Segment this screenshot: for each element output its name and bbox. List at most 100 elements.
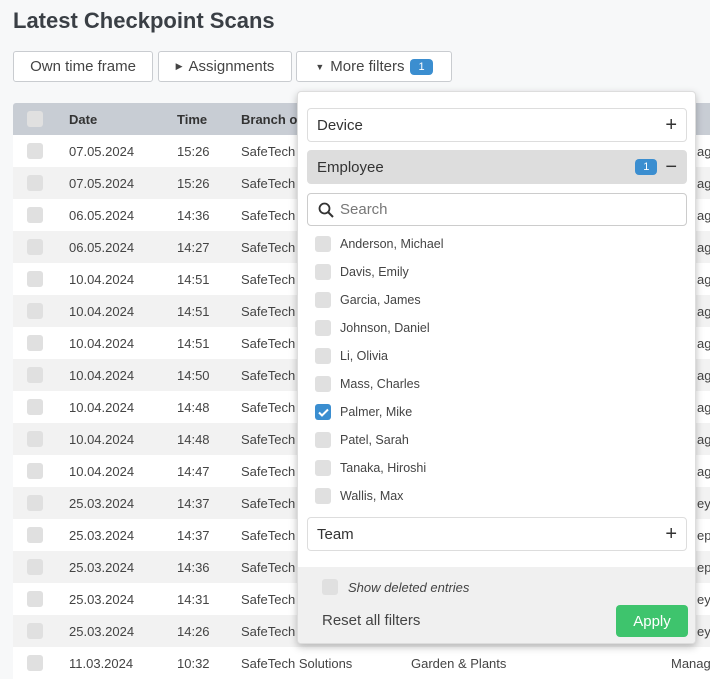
row-checkbox[interactable]	[27, 367, 43, 383]
header-branch[interactable]: Branch of	[241, 112, 302, 127]
employee-option[interactable]: Palmer, Mike	[315, 404, 412, 420]
employee-checkbox[interactable]	[315, 488, 331, 504]
cell-date: 25.03.2024	[69, 527, 135, 543]
employee-option[interactable]: Wallis, Max	[315, 488, 403, 504]
row-checkbox[interactable]	[27, 175, 43, 191]
cell-branch: SafeTech	[241, 175, 296, 191]
employee-checkbox[interactable]	[315, 236, 331, 252]
employee-name: Wallis, Max	[340, 489, 404, 503]
apply-button[interactable]: Apply	[616, 605, 688, 637]
row-checkbox[interactable]	[27, 207, 43, 223]
employee-option[interactable]: Davis, Emily	[315, 264, 409, 280]
team-section[interactable]: Team +	[307, 517, 687, 551]
cell-branch: SafeTech	[241, 303, 296, 319]
cell-branch: SafeTech	[241, 143, 296, 159]
more-filters-button[interactable]: ▼ More filters 1	[296, 51, 452, 82]
cell-time: 15:26	[177, 175, 210, 191]
cell-branch: SafeTech	[241, 559, 296, 575]
employee-name: Palmer, Mike	[340, 405, 413, 419]
cell-branch: SafeTech	[241, 463, 296, 479]
cell-date: 10.04.2024	[69, 271, 135, 287]
cell-time: 14:37	[177, 527, 210, 543]
employee-section[interactable]: Employee 1−	[307, 150, 687, 184]
show-deleted-toggle[interactable]: Show deleted entries	[322, 579, 469, 595]
row-checkbox[interactable]	[27, 463, 43, 479]
row-checkbox[interactable]	[27, 239, 43, 255]
plus-icon: +	[665, 113, 677, 136]
row-checkbox[interactable]	[27, 143, 43, 159]
cell-date: 10.04.2024	[69, 431, 135, 447]
own-time-frame-button[interactable]: Own time frame	[13, 51, 153, 82]
employee-name: Patel, Sarah	[340, 433, 409, 447]
header-time[interactable]: Time	[177, 112, 207, 127]
employee-option[interactable]: Li, Olivia	[315, 348, 388, 364]
cell-partial: ag	[697, 399, 710, 415]
cell-branch: SafeTech	[241, 271, 296, 287]
employee-checkbox[interactable]	[315, 348, 331, 364]
cell-time: 15:26	[177, 143, 210, 159]
row-checkbox[interactable]	[27, 591, 43, 607]
cell-time: 14:48	[177, 431, 210, 447]
show-deleted-checkbox[interactable]	[322, 579, 338, 595]
row-checkbox[interactable]	[27, 335, 43, 351]
row-checkbox[interactable]	[27, 527, 43, 543]
reset-filters-link[interactable]: Reset all filters	[322, 612, 420, 629]
own-time-frame-label: Own time frame	[30, 58, 136, 75]
cell-branch: SafeTech	[241, 431, 296, 447]
employee-checkbox[interactable]	[315, 292, 331, 308]
employee-option[interactable]: Johnson, Daniel	[315, 320, 430, 336]
cell-date: 10.04.2024	[69, 399, 135, 415]
apply-label: Apply	[633, 612, 671, 630]
cell-partial: ag	[697, 463, 710, 479]
team-label: Team	[317, 525, 354, 543]
cell-branch: SafeTech	[241, 207, 296, 223]
row-checkbox[interactable]	[27, 559, 43, 575]
row-checkbox[interactable]	[27, 495, 43, 511]
employee-option[interactable]: Anderson, Michael	[315, 236, 444, 252]
cell-date: 10.04.2024	[69, 367, 135, 383]
employee-option[interactable]: Garcia, James	[315, 292, 421, 308]
row-checkbox[interactable]	[27, 431, 43, 447]
cell-partial: ag	[697, 143, 710, 159]
employee-checkbox[interactable]	[315, 460, 331, 476]
cell-date: 06.05.2024	[69, 239, 135, 255]
employee-option[interactable]: Patel, Sarah	[315, 432, 409, 448]
assignments-button[interactable]: ▶ Assignments	[158, 51, 292, 82]
employee-checkbox[interactable]	[315, 320, 331, 336]
header-date[interactable]: Date	[69, 112, 97, 127]
cell-partial: ey	[697, 591, 710, 607]
employee-checkbox[interactable]	[315, 264, 331, 280]
check-icon	[317, 408, 329, 417]
device-section[interactable]: Device +	[307, 108, 687, 142]
row-checkbox[interactable]	[27, 623, 43, 639]
device-label: Device	[317, 116, 363, 134]
cell-time: 14:26	[177, 623, 210, 639]
employee-option[interactable]: Tanaka, Hiroshi	[315, 460, 426, 476]
caret-right-icon: ▶	[175, 61, 183, 71]
employee-name: Tanaka, Hiroshi	[340, 461, 427, 475]
employee-checkbox[interactable]	[315, 376, 331, 392]
cell-time: 14:47	[177, 463, 210, 479]
employee-search-input[interactable]: Search	[307, 193, 687, 226]
row-checkbox[interactable]	[27, 655, 43, 671]
row-checkbox[interactable]	[27, 271, 43, 287]
cell-partial: ag	[697, 239, 710, 255]
cell-time: 14:27	[177, 239, 210, 255]
row-checkbox[interactable]	[27, 399, 43, 415]
cell-time: 14:51	[177, 271, 210, 287]
cell-partial: epa	[697, 527, 710, 543]
employee-name: Johnson, Daniel	[340, 321, 430, 335]
table-row[interactable]: 11.03.2024 10:32 SafeTech Solutions Gard…	[13, 647, 710, 679]
cell-date: 10.04.2024	[69, 335, 135, 351]
more-filters-dropdown: Device + Employee 1− Search Anderson, Mich…	[297, 91, 696, 644]
employee-checkbox[interactable]	[315, 432, 331, 448]
cell-time: 14:31	[177, 591, 210, 607]
row-checkbox[interactable]	[27, 303, 43, 319]
search-placeholder: Search	[340, 201, 388, 218]
select-all-checkbox[interactable]	[27, 111, 43, 127]
employee-option[interactable]: Mass, Charles	[315, 376, 420, 392]
cell-time: 14:36	[177, 207, 210, 223]
employee-checkbox[interactable]	[315, 404, 331, 420]
cell-partial: ag	[697, 335, 710, 351]
cell-partial: ag	[697, 271, 710, 287]
